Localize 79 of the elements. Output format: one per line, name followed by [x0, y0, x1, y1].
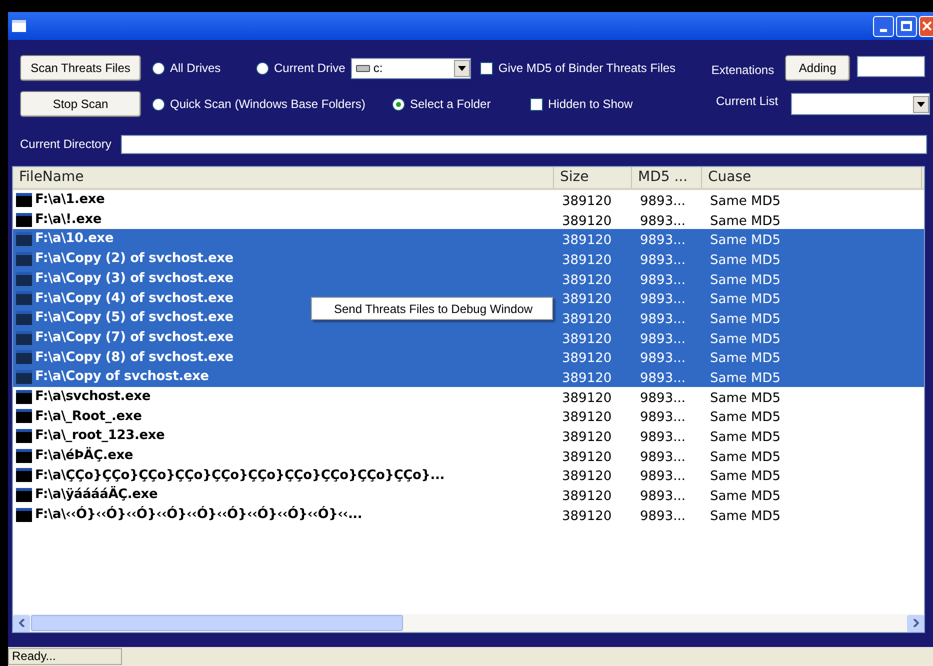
table-cell: 389120 [562, 233, 612, 248]
radio-label: Select a Folder [410, 96, 491, 113]
table-cell: Same MD5 [710, 489, 781, 504]
radio-label: Quick Scan (Windows Base Folders) [170, 96, 366, 113]
table-cell: 9893... [640, 410, 686, 426]
table-cell: 9893... [640, 450, 686, 465]
file-name: F:\a\ÿááááÄÇ.exe [35, 485, 158, 504]
table-cell: Same MD5 [710, 214, 781, 229]
table-cell: 9893... [640, 351, 686, 366]
file-name: F:\a\éÞÄÇ.exe [35, 446, 134, 466]
table-cell: 9893... [640, 508, 686, 524]
table-cell: 9893... [640, 312, 686, 327]
checkbox-label: Hidden to Show [548, 96, 633, 113]
file-name: F:\a\Copy of svchost.exe [35, 368, 209, 386]
table-cell: 9893... [640, 292, 686, 308]
current-list-label: Current List [716, 93, 780, 110]
table-cell: Same MD5 [710, 390, 781, 406]
table-cell: 9893... [640, 194, 686, 209]
table-cell: 389120 [562, 371, 612, 386]
table-cell: 389120 [562, 351, 612, 366]
table-cell: 389120 [562, 194, 612, 209]
table-cell: 389120 [562, 469, 612, 484]
drive-value: c: [373, 60, 384, 77]
file-name: F:\a\Copy (3) of svchost.exe [35, 270, 234, 288]
extensions-label: Extenations [711, 62, 774, 79]
table-cell: Same MD5 [710, 233, 781, 248]
table-cell: 389120 [562, 312, 612, 327]
radio-label: All Drives [170, 60, 221, 77]
file-name: F:\a\Copy (5) of svchost.exe [35, 309, 234, 328]
table-cell: 389120 [562, 508, 612, 524]
table-cell: 9893... [640, 390, 686, 406]
file-name: F:\a\‹‹Ó}‹‹Ó}‹‹Ó}‹‹Ó}‹‹Ó}‹‹Ó}‹‹Ó}‹‹Ó}‹‹Ó}‹‹... [35, 505, 362, 524]
table-cell: 389120 [562, 450, 612, 465]
table-cell: 9893... [640, 332, 686, 347]
table-cell: Same MD5 [710, 508, 781, 524]
checkbox-label: Give MD5 of Binder Threats Files [498, 60, 676, 77]
table-cell: 389120 [562, 214, 612, 229]
current-directory-label: Current Directory [20, 136, 112, 153]
table-cell: 9893... [640, 233, 686, 248]
table-cell: Same MD5 [710, 292, 781, 308]
file-name: F:\a\_Root_.exe [35, 408, 142, 426]
file-name: F:\a\Copy (2) of svchost.exe [35, 250, 234, 268]
table-cell: Same MD5 [710, 469, 781, 484]
table-cell: Same MD5 [710, 371, 781, 386]
table-cell: 9893... [640, 252, 686, 268]
status-text: Ready... [8, 648, 122, 665]
file-name: F:\a\_root_123.exe [35, 427, 165, 446]
table-cell: 9893... [640, 214, 686, 229]
table-cell: Same MD5 [710, 430, 781, 446]
table-cell: Same MD5 [710, 272, 781, 288]
table-cell: 389120 [562, 390, 612, 406]
table-cell: 389120 [562, 292, 612, 308]
table-cell: 9893... [640, 469, 686, 484]
table-cell: 9893... [640, 272, 686, 288]
table-cell: Same MD5 [710, 410, 781, 426]
file-name: F:\a\!.exe [35, 210, 102, 229]
file-name: F:\a\1.exe [35, 191, 105, 210]
table-cell: 9893... [640, 489, 686, 504]
file-name: F:\a\Copy (7) of svchost.exe [35, 328, 234, 347]
table-cell: 389120 [562, 252, 612, 268]
file-name: F:\a\ÇÇo}ÇÇo}ÇÇo}ÇÇo}ÇÇo}ÇÇo}ÇÇo}ÇÇo}ÇÇo}ÇÇo}... [35, 466, 445, 485]
file-name: F:\a\10.exe [35, 230, 114, 248]
radio-label: Current Drive [274, 60, 346, 77]
table-cell: Same MD5 [710, 351, 781, 366]
table-cell: Same MD5 [710, 194, 781, 209]
table-cell: Same MD5 [710, 450, 781, 465]
table-cell: 389120 [562, 489, 612, 504]
file-name: F:\a\Copy (8) of svchost.exe [35, 348, 234, 367]
table-cell: 9893... [640, 371, 686, 386]
table-cell: 389120 [562, 430, 612, 446]
table-cell: Same MD5 [710, 332, 781, 347]
file-name: F:\a\svchost.exe [35, 388, 150, 406]
table-cell: 389120 [562, 410, 612, 426]
table-cell: 389120 [562, 332, 612, 347]
table-cell: Same MD5 [710, 252, 781, 268]
table-cell: 9893... [640, 430, 686, 446]
table-cell: Same MD5 [710, 312, 781, 327]
table-cell: 389120 [562, 272, 612, 288]
file-name: F:\a\Copy (4) of svchost.exe [35, 290, 234, 308]
